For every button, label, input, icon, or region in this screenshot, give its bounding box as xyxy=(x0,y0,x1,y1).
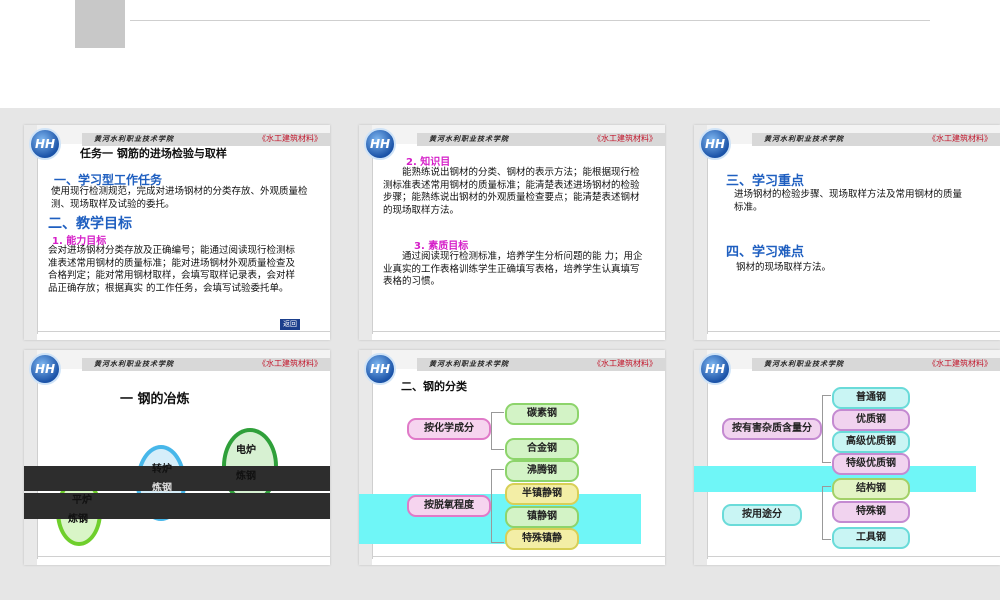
slide-divider xyxy=(37,369,38,559)
school-name: 黄河水利职业技术学院 xyxy=(764,135,844,143)
section-text: 能熟练说出钢材的分类、钢材的表示方法；能根据现行检测标准表述常用钢材的质量标准；… xyxy=(383,167,640,216)
slide-divider xyxy=(707,369,708,559)
logo-text: HH xyxy=(704,137,726,151)
previous-slide-rule xyxy=(130,20,930,21)
section-text: 使用现行检测规范，完成对进场钢材的分类存放、外观质量检测、现场取样及试验的委托。 xyxy=(51,186,308,210)
previous-slide-row xyxy=(0,0,1000,108)
section-heading: 四、学习难点 xyxy=(726,245,805,260)
category-leaf: 合金钢 xyxy=(505,438,579,460)
subheading: 2. 知识目 xyxy=(406,157,451,168)
school-logo-icon: HH xyxy=(29,353,61,385)
category-leaf: 镇静钢 xyxy=(505,506,579,528)
category-leaf: 特级优质钢 xyxy=(832,453,910,475)
category-leaf: 普通钢 xyxy=(832,387,910,409)
slide-divider xyxy=(37,144,38,334)
section-heading: 二、教学目标 xyxy=(48,216,132,232)
slide-thumbnail-6[interactable]: HH 黄河水利职业技术学院 《水工建筑材料》 按有害杂质含量分 普通钢 优质钢 … xyxy=(694,350,1000,565)
tree-connector xyxy=(491,412,504,450)
book-title: 《水工建筑材料》 xyxy=(258,359,322,368)
slide-footer-line xyxy=(708,556,1000,557)
furnace-label: 电炉 xyxy=(236,445,256,456)
slide-title: 任务一 钢筋的进场检验与取样 xyxy=(80,147,227,160)
previous-slide-graphic xyxy=(75,0,125,48)
book-title: 《水工建筑材料》 xyxy=(593,134,657,143)
slide-thumbnail-3[interactable]: HH 黄河水利职业技术学院 《水工建筑材料》 三、学习重点 进场钢材的检验步骤、… xyxy=(694,125,1000,340)
slide-footer-line xyxy=(373,331,665,332)
school-name: 黄河水利职业技术学院 xyxy=(764,360,844,368)
logo-text: HH xyxy=(704,362,726,376)
dark-band xyxy=(24,466,330,491)
school-logo-icon: HH xyxy=(29,128,61,160)
logo-text: HH xyxy=(369,137,391,151)
slide-thumbnail-4[interactable]: HH 黄河水利职业技术学院 《水工建筑材料》 一 钢的冶炼 平炉 炼钢 转炉 炼… xyxy=(24,350,330,565)
section-text: 钢材的现场取样方法。 xyxy=(736,262,832,273)
furnace-label: 炼钢 xyxy=(236,471,256,482)
category-node: 按脱氧程度 xyxy=(407,495,491,517)
logo-text: HH xyxy=(34,362,56,376)
category-leaf: 沸腾钢 xyxy=(505,460,579,482)
slide-divider xyxy=(372,144,373,334)
category-node: 按有害杂质含量分 xyxy=(722,418,822,440)
return-button[interactable]: 返回 xyxy=(280,319,300,330)
slide-footer-line xyxy=(38,331,330,332)
slide-thumbnail-1[interactable]: HH 黄河水利职业技术学院 《水工建筑材料》 任务一 钢筋的进场检验与取样 一、… xyxy=(24,125,330,340)
furnace-label: 炼钢 xyxy=(68,514,88,525)
school-name: 黄河水利职业技术学院 xyxy=(429,360,509,368)
slide-title: 一 钢的冶炼 xyxy=(120,392,190,407)
category-leaf: 特殊镇静 xyxy=(505,528,579,550)
section-text: 进场钢材的检验步骤、现场取样方法及常用钢材的质量标准。 xyxy=(734,189,963,213)
book-title: 《水工建筑材料》 xyxy=(928,359,992,368)
category-leaf: 优质钢 xyxy=(832,409,910,431)
subheading: 3. 素质目标 xyxy=(414,241,469,252)
slide-footer-line xyxy=(38,556,330,557)
category-leaf: 结构钢 xyxy=(832,478,910,500)
tree-connector xyxy=(822,486,831,540)
book-title: 《水工建筑材料》 xyxy=(593,359,657,368)
tree-connector xyxy=(822,395,831,463)
slide-title: 二、钢的分类 xyxy=(401,380,467,393)
school-logo-icon: HH xyxy=(364,128,396,160)
furnace-label: 转炉 xyxy=(152,464,172,475)
logo-text: HH xyxy=(34,137,56,151)
slide-thumbnail-5[interactable]: HH 黄河水利职业技术学院 《水工建筑材料》 二、钢的分类 按化学成分 碳素钢 … xyxy=(359,350,665,565)
school-name: 黄河水利职业技术学院 xyxy=(429,135,509,143)
book-title: 《水工建筑材料》 xyxy=(928,134,992,143)
category-leaf: 半镇静钢 xyxy=(505,483,579,505)
slide-footer-line xyxy=(373,556,665,557)
category-node: 按用途分 xyxy=(722,504,802,526)
school-logo-icon: HH xyxy=(364,353,396,385)
book-title: 《水工建筑材料》 xyxy=(258,134,322,143)
slide-divider xyxy=(707,144,708,334)
logo-text: HH xyxy=(369,362,391,376)
section-text: 会对进场钢材分类存放及正确编号；能通过阅读现行检测标准表述常用钢材的质量标准；能… xyxy=(48,245,296,294)
furnace-label: 平炉 xyxy=(72,495,92,506)
school-name: 黄河水利职业技术学院 xyxy=(94,360,174,368)
category-node: 按化学成分 xyxy=(407,418,491,440)
furnace-label: 炼钢 xyxy=(152,483,172,494)
section-heading: 三、学习重点 xyxy=(726,174,805,189)
slide-thumbnail-2[interactable]: HH 黄河水利职业技术学院 《水工建筑材料》 2. 知识目 能熟练说出钢材的分类… xyxy=(359,125,665,340)
category-leaf: 工具钢 xyxy=(832,527,910,549)
category-leaf: 碳素钢 xyxy=(505,403,579,425)
section-text: 通过阅读现行检测标准，培养学生分析问题的能 力；用企业真实的工作表格训练学生正确… xyxy=(383,251,643,288)
tree-connector xyxy=(491,469,504,543)
slide-footer-line xyxy=(708,331,1000,332)
school-name: 黄河水利职业技术学院 xyxy=(94,135,174,143)
category-leaf: 特殊钢 xyxy=(832,501,910,523)
category-leaf: 高级优质钢 xyxy=(832,431,910,453)
school-logo-icon: HH xyxy=(699,353,731,385)
school-logo-icon: HH xyxy=(699,128,731,160)
